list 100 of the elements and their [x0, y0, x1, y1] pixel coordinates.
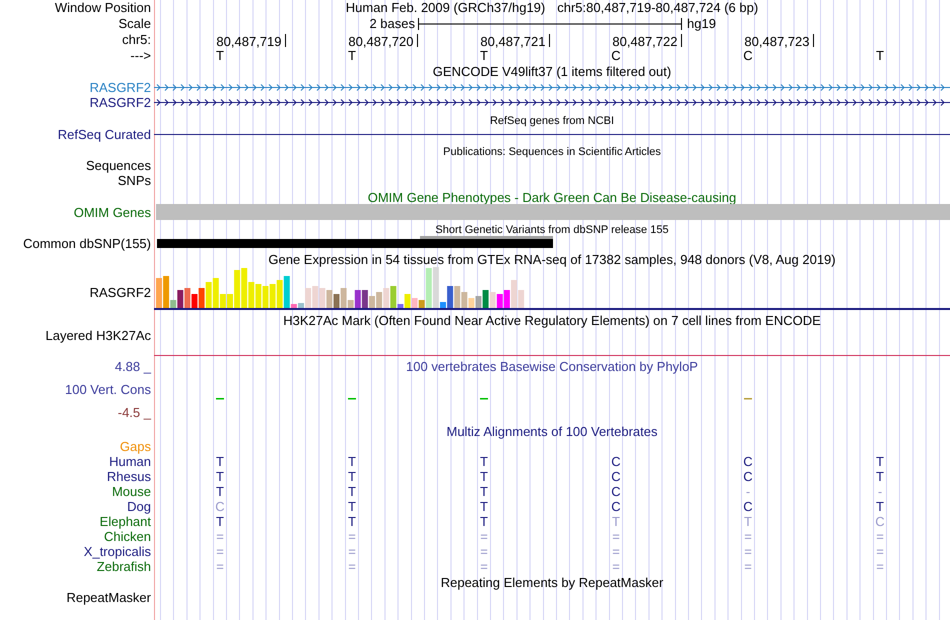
coordinate-label: 80,487,721 [480, 35, 546, 48]
aligned-base: = [612, 544, 620, 559]
species-label: X_tropicalis [84, 544, 151, 559]
track-title: RefSeq genes from NCBI [490, 115, 614, 127]
aligned-base: C [743, 454, 753, 469]
coordinate-label: 80,487,719 [216, 35, 282, 48]
base-letter: T [216, 48, 224, 63]
track-label: OMIM Genes [74, 205, 151, 221]
track-label: Gaps [120, 439, 151, 454]
track-label: Layered H3K27Ac [45, 328, 151, 343]
aligned-base: = [876, 544, 884, 559]
aligned-base: T [348, 469, 356, 484]
aligned-base: T [216, 469, 224, 484]
row-label: Scale [118, 16, 151, 32]
track-title: Gene Expression in 54 tissues from GTEx RNA-seq of 17382 samples, 948 donors (V8, Aug 2019) [268, 252, 836, 267]
conservation-mark [216, 398, 224, 400]
aligned-base: T [744, 514, 752, 529]
aligned-base: = [876, 529, 884, 544]
axis-max-label: 4.88 _ [114, 359, 151, 374]
base-letter: T [480, 48, 488, 63]
aligned-base: T [348, 499, 356, 514]
aligned-base: T [876, 499, 884, 514]
track-label: Sequences [86, 158, 151, 173]
conservation-mark [480, 398, 488, 400]
row-label: Window Position [54, 0, 151, 16]
aligned-base: C [743, 499, 753, 514]
species-label: Elephant [100, 514, 151, 529]
track-title: H3K27Ac Mark (Often Found Near Active Regulatory Elements) on 7 cell lines from ENCODE [283, 313, 821, 328]
species-label: Zebrafish [96, 559, 151, 574]
aligned-base: - [746, 484, 750, 499]
aligned-base: - [878, 484, 882, 499]
coordinate-label: 80,487,723 [744, 35, 810, 48]
assembly-label: Human Feb. 2009 (GRCh37/hg19) [346, 0, 546, 15]
aligned-base: T [348, 454, 356, 469]
base-letter: T [876, 48, 884, 63]
species-label: Human [109, 454, 151, 469]
species-label: Rhesus [106, 469, 151, 484]
aligned-base: T [876, 454, 884, 469]
aligned-base: C [611, 484, 621, 499]
species-label: Mouse [112, 484, 151, 499]
aligned-base: C [611, 469, 621, 484]
aligned-base: = [216, 544, 224, 559]
aligned-base: T [348, 484, 356, 499]
track-label: Common dbSNP(155) [23, 236, 151, 251]
track-label: 100 Vert. Cons [65, 382, 151, 397]
conservation-mark [348, 398, 356, 400]
aligned-base: = [612, 529, 620, 544]
aligned-base: T [480, 484, 488, 499]
aligned-base: = [612, 559, 620, 574]
axis-min-label: -4.5 _ [118, 405, 151, 420]
base-letter: T [348, 48, 356, 63]
gene-label: RASGRF2 [90, 80, 151, 95]
aligned-base: T [216, 484, 224, 499]
aligned-base: C [215, 499, 225, 514]
aligned-base: C [875, 514, 885, 529]
track-label: RefSeq Curated [58, 127, 151, 142]
aligned-base: = [480, 529, 488, 544]
gene-label: RASGRF2 [90, 95, 151, 110]
coordinate-label: 80,487,720 [348, 35, 414, 48]
species-label: Chicken [104, 529, 151, 544]
aligned-base: = [216, 559, 224, 574]
track-title: Repeating Elements by RepeatMasker [440, 575, 664, 590]
track-title: GENCODE V49lift37 (1 items filtered out) [432, 64, 672, 79]
track-label: RASGRF2 [90, 285, 151, 300]
aligned-base: T [216, 514, 224, 529]
aligned-base: = [744, 559, 752, 574]
aligned-base: = [876, 559, 884, 574]
aligned-base: = [744, 529, 752, 544]
aligned-base: T [480, 514, 488, 529]
aligned-base: C [611, 454, 621, 469]
track-title: 100 vertebrates Basewise Conservation by PhyloP [406, 359, 698, 374]
position-label: chr5:80,487,719-80,487,724 (6 bp) [557, 0, 758, 15]
aligned-base: T [480, 499, 488, 514]
aligned-base: C [743, 469, 753, 484]
base-letter: C [743, 48, 753, 63]
aligned-base: T [612, 514, 620, 529]
row-label: ---> [130, 48, 151, 64]
aligned-base: T [480, 454, 488, 469]
aligned-base: = [480, 544, 488, 559]
row-label: chr5: [122, 32, 151, 48]
aligned-base: T [480, 469, 488, 484]
track-title: OMIM Gene Phenotypes - Dark Green Can Be Disease-causing [368, 190, 736, 205]
track-label: SNPs [118, 173, 151, 188]
aligned-base: = [744, 544, 752, 559]
aligned-base: T [876, 469, 884, 484]
species-label: Dog [127, 499, 151, 514]
base-letter: C [611, 48, 621, 63]
aligned-base: C [611, 499, 621, 514]
aligned-base: T [348, 514, 356, 529]
aligned-base: = [348, 529, 356, 544]
scale-text: 2 bases [369, 16, 415, 31]
assembly-name: hg19 [687, 16, 716, 31]
aligned-base: = [348, 544, 356, 559]
track-title: Short Genetic Variants from dbSNP release 155 [435, 224, 669, 236]
aligned-base: T [216, 454, 224, 469]
track-title: Multiz Alignments of 100 Vertebrates [446, 424, 658, 439]
aligned-base: = [348, 559, 356, 574]
track-label: RepeatMasker [66, 590, 151, 605]
conservation-mark [744, 398, 752, 400]
coordinate-label: 80,487,722 [612, 35, 678, 48]
